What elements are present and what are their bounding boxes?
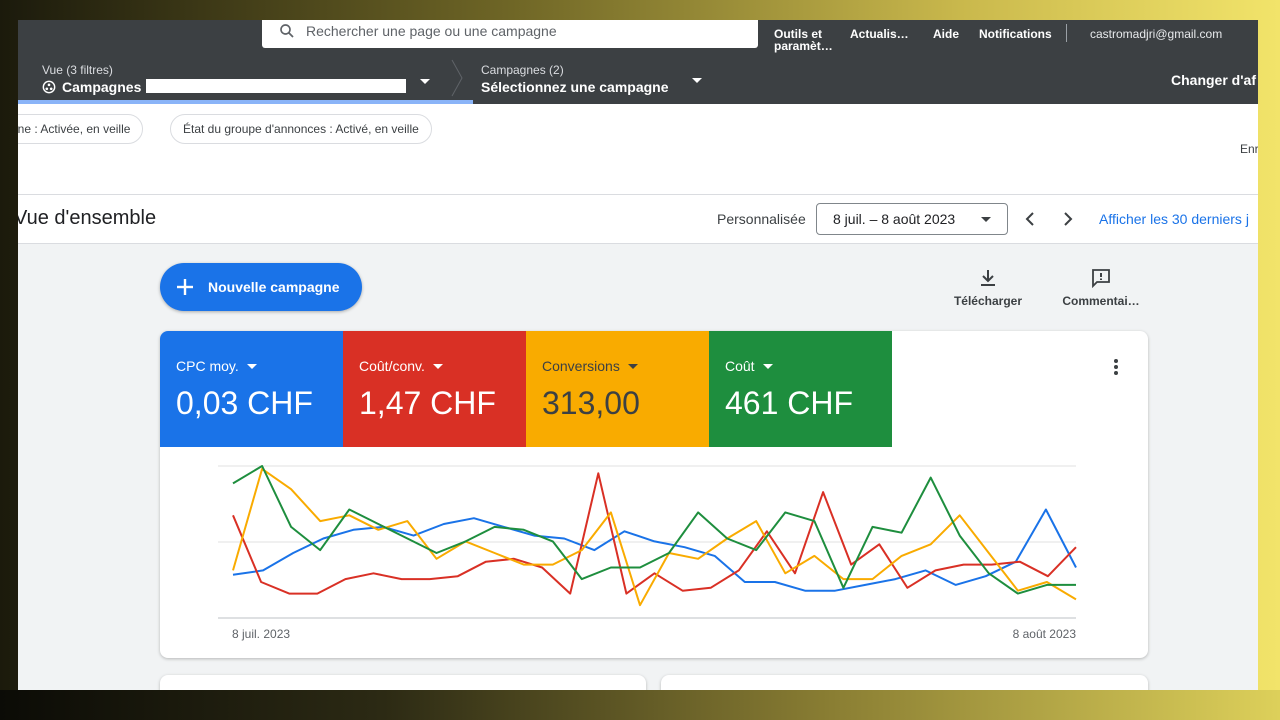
metric-tile-cost-per-conv[interactable]: Coût/conv. 1,47 CHF <box>343 331 526 447</box>
page-title: Vue d'ensemble <box>18 207 157 229</box>
metric-value: 461 CHF <box>725 385 854 421</box>
account-email[interactable]: castromadjri@gmail.com <box>1090 28 1222 40</box>
x-axis-end-label: 8 août 2023 <box>1013 627 1077 641</box>
summary-card-right <box>661 675 1148 690</box>
series-line-2 <box>232 467 1077 607</box>
chevron-down-icon <box>627 363 638 369</box>
performance-line-chart: 8 juil. 2023 8 août 2023 <box>218 465 1077 641</box>
topbar-divider <box>1066 24 1067 42</box>
campaigns-count-label: Campagnes (2) <box>481 63 564 77</box>
change-view-button[interactable]: Changer d'af <box>1171 72 1256 88</box>
chevron-left-icon[interactable] <box>1018 207 1042 231</box>
metric-value: 0,03 CHF <box>176 385 313 421</box>
redacted-block <box>146 79 406 93</box>
filter-row: gne : Activée, en veille État du groupe … <box>18 104 1258 195</box>
feedback-icon <box>1092 269 1110 288</box>
tools-settings-button[interactable]: Outils et paramèt… <box>774 28 834 52</box>
metric-value: 313,00 <box>542 385 640 421</box>
chevron-down-icon[interactable] <box>420 79 430 84</box>
search-input[interactable]: Rechercher une page ou une campagne <box>262 20 758 48</box>
date-range-select[interactable]: 8 juil. – 8 août 2023 <box>816 203 1008 235</box>
feedback-button[interactable]: Commentai… <box>1058 268 1144 308</box>
top-bar: Rechercher une page ou une campagne Outi… <box>18 20 1258 54</box>
adgroup-status-filter-chip[interactable]: État du groupe d'annonces : Activé, en v… <box>170 114 432 144</box>
show-last-30-link[interactable]: Afficher les 30 derniers j <box>1099 211 1249 227</box>
bottom-decor-band <box>0 690 1280 720</box>
date-range-value: 8 juil. – 8 août 2023 <box>833 211 956 227</box>
campaign-selector[interactable]: Campagnes (2) Sélectionnez une campagne <box>481 63 669 95</box>
metric-label: Coût <box>725 358 755 374</box>
more-vert-icon[interactable] <box>1108 357 1124 377</box>
metric-tile-avg-cpc[interactable]: CPC moy. 0,03 CHF <box>160 331 343 447</box>
metric-tile-cost[interactable]: Coût 461 CHF <box>709 331 892 447</box>
chevron-down-icon <box>246 363 257 369</box>
chevron-down-icon <box>432 363 443 369</box>
ads-screen: Rechercher une page ou une campagne Outi… <box>18 20 1258 690</box>
campaign-status-filter-chip[interactable]: gne : Activée, en veille <box>18 114 144 144</box>
chevron-right-icon[interactable] <box>1056 207 1080 231</box>
view-filter-label: Vue (3 filtres) <box>42 63 113 77</box>
metric-label: Conversions <box>542 358 620 374</box>
date-preset-label: Personnalisée <box>717 211 806 227</box>
download-label: Télécharger <box>953 294 1023 308</box>
chevron-down-icon[interactable] <box>692 78 702 83</box>
series-line-1 <box>232 472 1077 595</box>
new-campaign-button[interactable]: Nouvelle campagne <box>160 263 362 311</box>
breadcrumb-separator-icon <box>451 59 463 97</box>
download-icon <box>981 270 995 286</box>
help-button[interactable]: Aide <box>933 28 959 40</box>
summary-card-left <box>160 675 646 690</box>
x-axis-start-label: 8 juil. 2023 <box>232 627 290 641</box>
search-icon <box>280 24 294 38</box>
new-campaign-label: Nouvelle campagne <box>208 279 340 295</box>
notifications-button[interactable]: Notifications <box>979 28 1052 40</box>
campaigns-icon <box>42 80 56 94</box>
refresh-button[interactable]: Actualis… <box>850 28 909 40</box>
feedback-label: Commentai… <box>1062 294 1140 308</box>
plus-icon <box>177 279 193 295</box>
chevron-down-icon <box>981 217 991 222</box>
metric-label: Coût/conv. <box>359 358 425 374</box>
performance-card: CPC moy. 0,03 CHF Coût/conv. 1,47 CHF Co… <box>160 331 1148 658</box>
campaign-select-value: Sélectionnez une campagne <box>481 79 669 95</box>
chevron-down-icon <box>762 363 773 369</box>
metric-value: 1,47 CHF <box>359 385 496 421</box>
overview-header: Vue d'ensemble Personnalisée 8 juil. – 8… <box>18 195 1258 244</box>
download-button[interactable]: Télécharger <box>952 268 1024 308</box>
series-layer <box>232 465 1077 607</box>
metric-label: CPC moy. <box>176 358 239 374</box>
view-value: Campagnes <box>62 79 142 95</box>
view-selector[interactable]: Vue (3 filtres) Campagnes <box>42 63 141 95</box>
search-placeholder: Rechercher une page ou une campagne <box>306 23 557 39</box>
navigation-bar: Vue (3 filtres) Campagnes Campagnes (2) … <box>18 54 1258 104</box>
metric-tile-conversions[interactable]: Conversions 313,00 <box>526 331 709 447</box>
save-button[interactable]: Enr <box>1240 142 1258 156</box>
